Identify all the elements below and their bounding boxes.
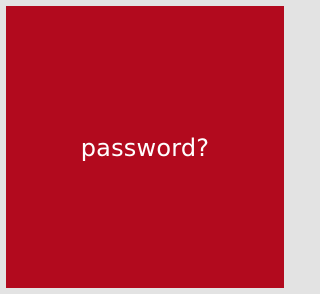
- password-tile-label: password?: [80, 133, 210, 162]
- password-tile[interactable]: password?: [6, 6, 284, 288]
